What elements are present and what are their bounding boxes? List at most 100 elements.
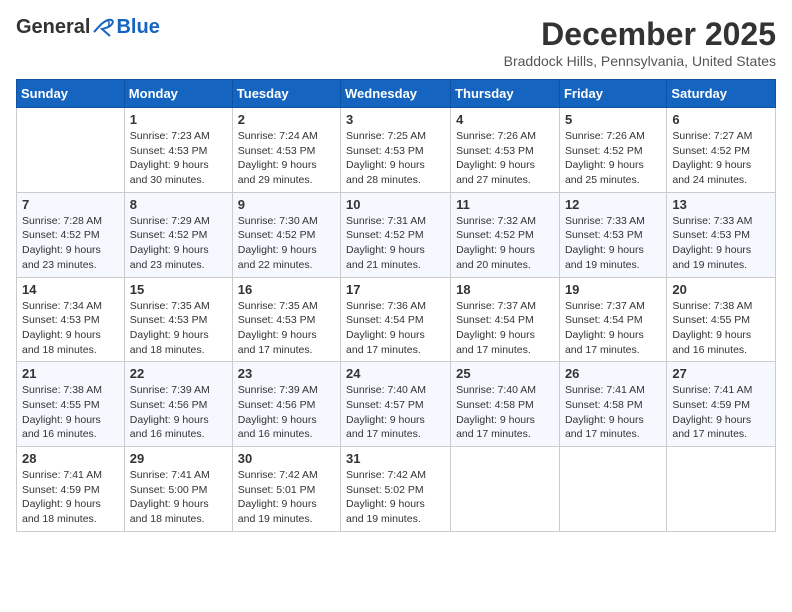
day-cell	[17, 108, 125, 193]
day-cell: 18 Sunrise: 7:37 AM Sunset: 4:54 PM Dayli…	[451, 277, 560, 362]
day-cell: 8 Sunrise: 7:29 AM Sunset: 4:52 PM Daylig…	[124, 192, 232, 277]
day-info: Sunrise: 7:26 AM Sunset: 4:52 PM Dayligh…	[565, 129, 661, 188]
day-info: Sunrise: 7:37 AM Sunset: 4:54 PM Dayligh…	[456, 299, 554, 358]
day-cell: 6Sunrise: 7:27 AM Sunset: 4:52 PM Daylig…	[667, 108, 776, 193]
day-number: 6	[672, 112, 770, 127]
logo: General Blue	[16, 16, 160, 39]
day-info: Sunrise: 7:23 AM Sunset: 4:53 PM Dayligh…	[130, 129, 227, 188]
day-number: 4	[456, 112, 554, 127]
day-info: Sunrise: 7:40 AM Sunset: 4:58 PM Dayligh…	[456, 383, 554, 442]
day-number: 11	[456, 197, 554, 212]
day-info: Sunrise: 7:34 AM Sunset: 4:53 PM Dayligh…	[22, 299, 119, 358]
day-cell: 16 Sunrise: 7:35 AM Sunset: 4:53 PM Dayli…	[232, 277, 340, 362]
day-info: Sunrise: 7:35 AM Sunset: 4:53 PM Dayligh…	[130, 299, 227, 358]
day-number: 29	[130, 451, 227, 466]
day-cell: 25 Sunrise: 7:40 AM Sunset: 4:58 PM Dayli…	[451, 362, 560, 447]
day-number: 20	[672, 282, 770, 297]
day-header-saturday: Saturday	[667, 80, 776, 108]
location-text: Braddock Hills, Pennsylvania, United Sta…	[504, 53, 776, 69]
day-info: Sunrise: 7:36 AM Sunset: 4:54 PM Dayligh…	[346, 299, 445, 358]
day-info: Sunrise: 7:31 AM Sunset: 4:52 PM Dayligh…	[346, 214, 445, 273]
day-info: Sunrise: 7:33 AM Sunset: 4:53 PM Dayligh…	[672, 214, 770, 273]
day-info: Sunrise: 7:26 AM Sunset: 4:53 PM Dayligh…	[456, 129, 554, 188]
day-cell: 20 Sunrise: 7:38 AM Sunset: 4:55 PM Dayli…	[667, 277, 776, 362]
day-number: 27	[672, 366, 770, 381]
day-cell: 26Sunrise: 7:41 AM Sunset: 4:58 PM Dayli…	[559, 362, 666, 447]
day-info: Sunrise: 7:35 AM Sunset: 4:53 PM Dayligh…	[238, 299, 335, 358]
day-number: 18	[456, 282, 554, 297]
day-number: 14	[22, 282, 119, 297]
day-cell: 2 Sunrise: 7:24 AM Sunset: 4:53 PM Daylig…	[232, 108, 340, 193]
week-row-3: 14 Sunrise: 7:34 AM Sunset: 4:53 PM Dayli…	[17, 277, 776, 362]
page-header: General Blue December 2025 Braddock Hill…	[16, 16, 776, 69]
day-info: Sunrise: 7:42 AM Sunset: 5:02 PM Dayligh…	[346, 468, 445, 527]
day-number: 2	[238, 112, 335, 127]
day-number: 5	[565, 112, 661, 127]
day-cell: 1 Sunrise: 7:23 AM Sunset: 4:53 PM Daylig…	[124, 108, 232, 193]
day-header-thursday: Thursday	[451, 80, 560, 108]
day-info: Sunrise: 7:38 AM Sunset: 4:55 PM Dayligh…	[22, 383, 119, 442]
day-number: 15	[130, 282, 227, 297]
day-header-sunday: Sunday	[17, 80, 125, 108]
day-number: 25	[456, 366, 554, 381]
day-number: 3	[346, 112, 445, 127]
day-number: 17	[346, 282, 445, 297]
day-info: Sunrise: 7:38 AM Sunset: 4:55 PM Dayligh…	[672, 299, 770, 358]
day-number: 21	[22, 366, 119, 381]
day-info: Sunrise: 7:40 AM Sunset: 4:57 PM Dayligh…	[346, 383, 445, 442]
day-info: Sunrise: 7:32 AM Sunset: 4:52 PM Dayligh…	[456, 214, 554, 273]
week-row-4: 21 Sunrise: 7:38 AM Sunset: 4:55 PM Dayli…	[17, 362, 776, 447]
day-number: 7	[22, 197, 119, 212]
day-number: 1	[130, 112, 227, 127]
day-info: Sunrise: 7:42 AM Sunset: 5:01 PM Dayligh…	[238, 468, 335, 527]
day-cell: 13 Sunrise: 7:33 AM Sunset: 4:53 PM Dayli…	[667, 192, 776, 277]
day-number: 13	[672, 197, 770, 212]
day-cell: 30Sunrise: 7:42 AM Sunset: 5:01 PM Dayli…	[232, 447, 340, 532]
logo-general-text: General	[16, 16, 90, 39]
day-cell	[667, 447, 776, 532]
day-cell: 23Sunrise: 7:39 AM Sunset: 4:56 PM Dayli…	[232, 362, 340, 447]
calendar-table: SundayMondayTuesdayWednesdayThursdayFrid…	[16, 79, 776, 532]
day-header-monday: Monday	[124, 80, 232, 108]
day-cell: 19Sunrise: 7:37 AM Sunset: 4:54 PM Dayli…	[559, 277, 666, 362]
day-header-tuesday: Tuesday	[232, 80, 340, 108]
day-cell: 24Sunrise: 7:40 AM Sunset: 4:57 PM Dayli…	[341, 362, 451, 447]
day-cell: 29Sunrise: 7:41 AM Sunset: 5:00 PM Dayli…	[124, 447, 232, 532]
day-info: Sunrise: 7:41 AM Sunset: 4:58 PM Dayligh…	[565, 383, 661, 442]
day-info: Sunrise: 7:37 AM Sunset: 4:54 PM Dayligh…	[565, 299, 661, 358]
day-cell: 12Sunrise: 7:33 AM Sunset: 4:53 PM Dayli…	[559, 192, 666, 277]
day-number: 16	[238, 282, 335, 297]
day-cell: 11 Sunrise: 7:32 AM Sunset: 4:52 PM Dayli…	[451, 192, 560, 277]
day-cell: 27 Sunrise: 7:41 AM Sunset: 4:59 PM Dayli…	[667, 362, 776, 447]
day-info: Sunrise: 7:33 AM Sunset: 4:53 PM Dayligh…	[565, 214, 661, 273]
day-cell: 22 Sunrise: 7:39 AM Sunset: 4:56 PM Dayli…	[124, 362, 232, 447]
day-cell: 7 Sunrise: 7:28 AM Sunset: 4:52 PM Daylig…	[17, 192, 125, 277]
day-info: Sunrise: 7:28 AM Sunset: 4:52 PM Dayligh…	[22, 214, 119, 273]
day-cell: 3Sunrise: 7:25 AM Sunset: 4:53 PM Daylig…	[341, 108, 451, 193]
day-header-wednesday: Wednesday	[341, 80, 451, 108]
day-info: Sunrise: 7:29 AM Sunset: 4:52 PM Dayligh…	[130, 214, 227, 273]
day-number: 28	[22, 451, 119, 466]
day-cell: 14 Sunrise: 7:34 AM Sunset: 4:53 PM Dayli…	[17, 277, 125, 362]
day-number: 8	[130, 197, 227, 212]
day-info: Sunrise: 7:39 AM Sunset: 4:56 PM Dayligh…	[130, 383, 227, 442]
logo-blue-text: Blue	[116, 16, 159, 39]
day-cell	[451, 447, 560, 532]
day-cell: 10Sunrise: 7:31 AM Sunset: 4:52 PM Dayli…	[341, 192, 451, 277]
day-number: 23	[238, 366, 335, 381]
day-cell: 4 Sunrise: 7:26 AM Sunset: 4:53 PM Daylig…	[451, 108, 560, 193]
day-number: 31	[346, 451, 445, 466]
week-row-2: 7 Sunrise: 7:28 AM Sunset: 4:52 PM Daylig…	[17, 192, 776, 277]
calendar-body: 1 Sunrise: 7:23 AM Sunset: 4:53 PM Daylig…	[17, 108, 776, 532]
day-cell: 17 Sunrise: 7:36 AM Sunset: 4:54 PM Dayli…	[341, 277, 451, 362]
day-number: 22	[130, 366, 227, 381]
calendar-header: SundayMondayTuesdayWednesdayThursdayFrid…	[17, 80, 776, 108]
day-info: Sunrise: 7:24 AM Sunset: 4:53 PM Dayligh…	[238, 129, 335, 188]
days-of-week-row: SundayMondayTuesdayWednesdayThursdayFrid…	[17, 80, 776, 108]
week-row-5: 28Sunrise: 7:41 AM Sunset: 4:59 PM Dayli…	[17, 447, 776, 532]
day-cell	[559, 447, 666, 532]
week-row-1: 1 Sunrise: 7:23 AM Sunset: 4:53 PM Daylig…	[17, 108, 776, 193]
day-cell: 28Sunrise: 7:41 AM Sunset: 4:59 PM Dayli…	[17, 447, 125, 532]
day-info: Sunrise: 7:41 AM Sunset: 4:59 PM Dayligh…	[672, 383, 770, 442]
title-section: December 2025 Braddock Hills, Pennsylvan…	[504, 16, 776, 69]
